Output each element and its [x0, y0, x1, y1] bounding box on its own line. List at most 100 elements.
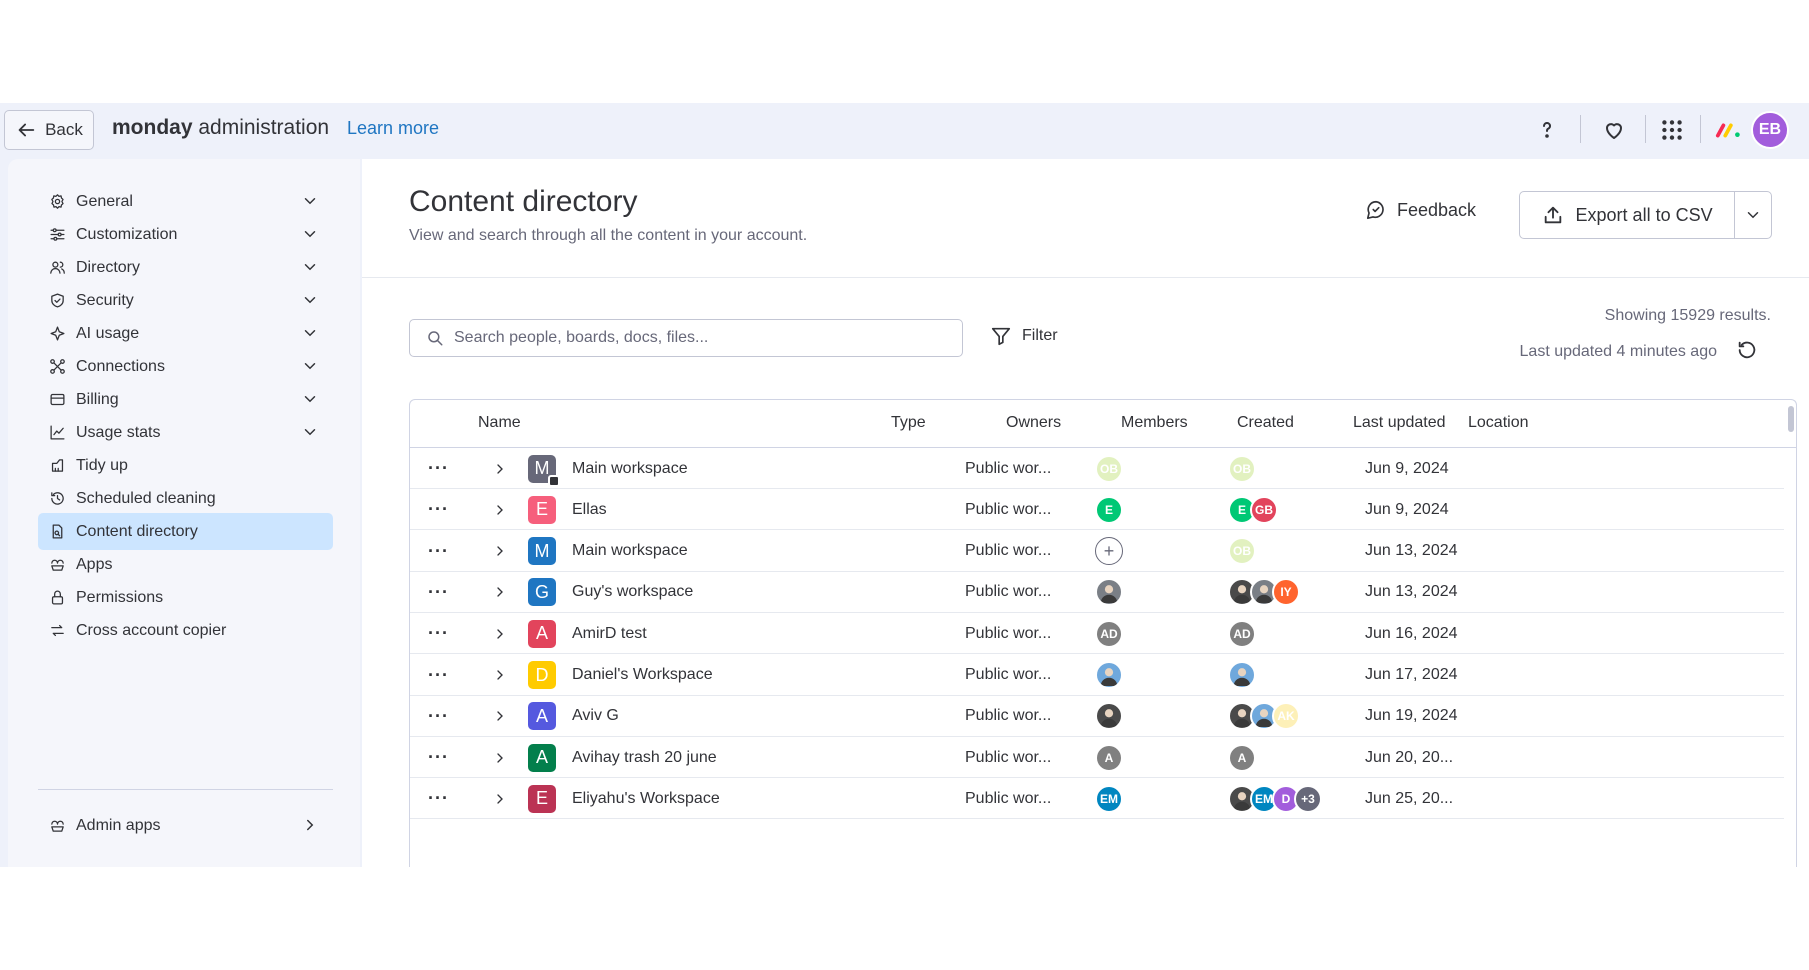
- expand-row-button[interactable]: [492, 448, 510, 489]
- members-cell[interactable]: OB: [1228, 531, 1256, 572]
- workspace-name[interactable]: Aviv G: [572, 696, 619, 737]
- sidebar-item-connections[interactable]: Connections: [38, 348, 333, 385]
- back-button[interactable]: Back: [4, 110, 94, 150]
- column-header-location[interactable]: Location: [1468, 414, 1529, 432]
- chevron-down-icon[interactable]: [301, 258, 319, 276]
- workspace-name[interactable]: Main workspace: [572, 448, 688, 489]
- user-avatar[interactable]: EB: [1751, 111, 1789, 149]
- expand-row-button[interactable]: [492, 489, 510, 530]
- feedback-button[interactable]: Feedback: [1365, 195, 1476, 225]
- chevron-down-icon[interactable]: [301, 357, 319, 375]
- column-header-created[interactable]: Created: [1237, 414, 1294, 432]
- workspace-name[interactable]: Avihay trash 20 june: [572, 737, 717, 778]
- workspace-name[interactable]: Ellas: [572, 489, 607, 530]
- row-menu-button[interactable]: ···: [428, 613, 452, 654]
- chevron-down-icon[interactable]: [301, 423, 319, 441]
- chevron-down-icon[interactable]: [301, 192, 319, 210]
- expand-row-button[interactable]: [492, 655, 510, 696]
- column-header-name[interactable]: Name: [478, 414, 521, 432]
- column-header-owners[interactable]: Owners: [1006, 414, 1061, 432]
- sidebar-item-general[interactable]: General: [38, 183, 333, 220]
- workspace-name[interactable]: Main workspace: [572, 531, 688, 572]
- column-header-members[interactable]: Members: [1121, 414, 1188, 432]
- row-menu-button[interactable]: ···: [428, 489, 452, 530]
- chevron-down-icon[interactable]: [301, 390, 319, 408]
- table-row[interactable]: ··· M Main workspace Public wor... + OB Jun 13…: [410, 531, 1784, 572]
- table-scrollbar[interactable]: [1788, 406, 1794, 432]
- row-menu-button[interactable]: ···: [428, 572, 452, 613]
- members-cell[interactable]: AD: [1228, 613, 1256, 654]
- expand-row-button[interactable]: [492, 737, 510, 778]
- owners-cell[interactable]: +: [1095, 531, 1123, 572]
- sidebar-item-cross-account-copier[interactable]: Cross account copier: [38, 612, 333, 649]
- sidebar-item-apps[interactable]: Apps: [38, 546, 333, 583]
- workspace-name[interactable]: Eliyahu's Workspace: [572, 778, 720, 819]
- expand-row-button[interactable]: [492, 778, 510, 819]
- table-row[interactable]: ··· E Eliyahu's Workspace Public wor... EM EM…: [410, 778, 1784, 820]
- expand-row-button[interactable]: [492, 613, 510, 654]
- table-row[interactable]: ··· G Guy's workspace Public wor... IY Jun 13…: [410, 572, 1784, 613]
- sidebar-item-ai-usage[interactable]: AI usage: [38, 315, 333, 352]
- table-row[interactable]: ··· A Avihay trash 20 june Public wor... A A J…: [410, 737, 1784, 779]
- sidebar-item-customization[interactable]: Customization: [38, 216, 333, 253]
- owners-cell[interactable]: E: [1095, 489, 1123, 530]
- workspace-name[interactable]: Guy's workspace: [572, 572, 693, 613]
- refresh-icon[interactable]: [1736, 339, 1760, 363]
- row-menu-button[interactable]: ···: [428, 655, 452, 696]
- owners-cell[interactable]: [1095, 696, 1123, 737]
- chevron-down-icon[interactable]: [301, 291, 319, 309]
- owners-cell[interactable]: AD: [1095, 613, 1123, 654]
- members-cell[interactable]: IY: [1228, 572, 1300, 613]
- row-menu-button[interactable]: ···: [428, 448, 452, 489]
- owners-cell[interactable]: [1095, 572, 1123, 613]
- workspace-name[interactable]: AmirD test: [572, 613, 647, 654]
- row-menu-button[interactable]: ···: [428, 531, 452, 572]
- sidebar-item-security[interactable]: Security: [38, 282, 333, 319]
- owners-cell[interactable]: EM: [1095, 778, 1123, 819]
- row-menu-button[interactable]: ···: [428, 696, 452, 737]
- workspace-name[interactable]: Daniel's Workspace: [572, 655, 713, 696]
- chevron-down-icon[interactable]: [301, 324, 319, 342]
- help-icon[interactable]: [1532, 115, 1562, 145]
- row-menu-button[interactable]: ···: [428, 737, 452, 778]
- export-csv-button[interactable]: Export all to CSV: [1520, 192, 1736, 238]
- sidebar-item-admin-apps[interactable]: Admin apps: [38, 807, 333, 844]
- export-dropdown-button[interactable]: [1735, 192, 1771, 238]
- sidebar-item-billing[interactable]: Billing: [38, 381, 333, 418]
- sidebar-item-tidy-up[interactable]: Tidy up: [38, 447, 333, 484]
- learn-more-link[interactable]: Learn more: [347, 118, 439, 139]
- table-row[interactable]: ··· A Aviv G Public wor... AK Jun 19, 2024: [410, 696, 1784, 737]
- sidebar-item-content-directory[interactable]: Content directory: [38, 513, 333, 550]
- owners-cell[interactable]: [1095, 655, 1123, 696]
- members-cell[interactable]: AK: [1228, 696, 1300, 737]
- heart-icon[interactable]: [1599, 115, 1629, 145]
- column-header-last-updated[interactable]: Last updated: [1353, 414, 1446, 432]
- table-row[interactable]: ··· E Ellas Public wor... E E GB Jun 9, 2024: [410, 489, 1784, 531]
- members-cell[interactable]: E GB: [1228, 489, 1278, 530]
- members-cell[interactable]: OB: [1228, 448, 1256, 489]
- apps-grid-icon[interactable]: [1657, 115, 1687, 145]
- table-row[interactable]: ··· M Main workspace Public wor... OB OB Jun 9…: [410, 448, 1784, 489]
- owners-cell[interactable]: A: [1095, 737, 1123, 778]
- expand-row-button[interactable]: [492, 572, 510, 613]
- column-header-type[interactable]: Type: [891, 414, 926, 432]
- sidebar-item-directory[interactable]: Directory: [38, 249, 333, 286]
- created-date: Jun 25, 20...: [1365, 789, 1454, 807]
- sidebar-item-permissions[interactable]: Permissions: [38, 579, 333, 616]
- chevron-down-icon[interactable]: [301, 225, 319, 243]
- add-owner-icon[interactable]: +: [1095, 537, 1123, 566]
- members-cell[interactable]: A: [1228, 737, 1256, 778]
- sidebar-item-scheduled-cleaning[interactable]: Scheduled cleaning: [38, 480, 333, 517]
- row-menu-button[interactable]: ···: [428, 778, 452, 819]
- table-row[interactable]: ··· A AmirD test Public wor... AD AD Jun 16, 2…: [410, 613, 1784, 655]
- filter-button[interactable]: Filter: [990, 325, 1058, 347]
- sidebar-item-usage-stats[interactable]: Usage stats: [38, 414, 333, 451]
- table-row[interactable]: ··· D Daniel's Workspace Public wor... Jun 1…: [410, 655, 1784, 696]
- members-cell[interactable]: [1228, 655, 1256, 696]
- owners-cell[interactable]: OB: [1095, 448, 1123, 489]
- expand-row-button[interactable]: [492, 531, 510, 572]
- search-input[interactable]: [454, 329, 934, 347]
- members-cell[interactable]: EM D +3: [1228, 778, 1322, 819]
- chevron-right-icon[interactable]: [301, 816, 319, 834]
- expand-row-button[interactable]: [492, 696, 510, 737]
